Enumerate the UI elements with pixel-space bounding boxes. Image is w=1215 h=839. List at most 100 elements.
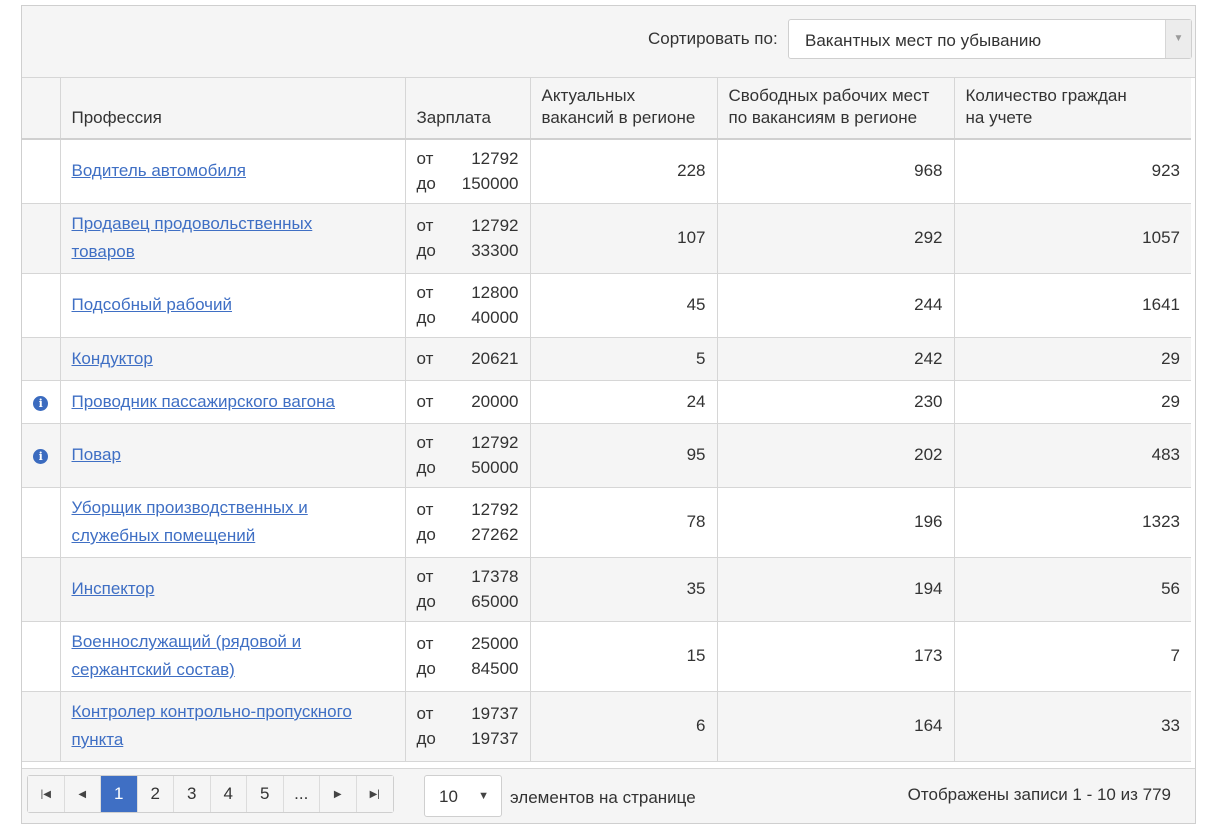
salary-cell: от 17378 до 65000 — [405, 557, 531, 622]
table-row: Водитель автомобиля от 12792 до 150000 228 968… — [22, 139, 1191, 204]
table-row: Кондуктор от 20621 5 242 29 — [22, 337, 1191, 381]
salary-from: от 25000 — [416, 634, 519, 653]
vacancies-cell: 15 — [530, 621, 718, 692]
header-vacancies[interactable]: Актуальных вакансий в регионе — [530, 78, 718, 140]
profession-link[interactable]: Контролер контрольно-пропускного пункта — [72, 702, 352, 749]
page-button-4[interactable]: 4 — [210, 776, 247, 812]
page-button-1[interactable]: 1 — [101, 776, 138, 812]
salary-to: до 27262 — [416, 525, 519, 544]
info-cell: i — [22, 380, 61, 424]
profession-link[interactable]: Повар — [72, 445, 121, 464]
chevron-down-icon[interactable]: ▼ — [1165, 20, 1191, 58]
citizens-cell: 923 — [954, 139, 1191, 204]
vacancies-cell: 78 — [530, 487, 718, 558]
header-info — [22, 78, 61, 140]
info-cell — [22, 273, 61, 338]
citizens-cell: 1641 — [954, 273, 1191, 338]
salary-from: от 12792 — [416, 500, 519, 519]
grid-toolbar: Сортировать по: Вакантных мест по убыван… — [22, 6, 1195, 78]
profession-cell: Подсобный рабочий — [60, 273, 406, 338]
header-salary[interactable]: Зарплата — [405, 78, 531, 140]
salary-cell: от 25000 до 84500 — [405, 621, 531, 692]
profession-link[interactable]: Проводник пассажирского вагона — [72, 392, 335, 411]
free-places-cell: 196 — [717, 487, 955, 558]
profession-cell: Проводник пассажирского вагона — [60, 380, 406, 424]
per-page-label: элементов на странице — [510, 788, 696, 807]
salary-cell: от 12792 до 150000 — [405, 139, 531, 204]
prev-page-icon[interactable]: ◀ — [64, 776, 101, 812]
profession-link[interactable]: Военнослужащий (рядовой и сержантский сос… — [72, 632, 302, 679]
chevron-down-icon: ▼ — [478, 790, 489, 802]
vacancies-cell: 5 — [530, 337, 718, 381]
vacancies-cell: 228 — [530, 139, 718, 204]
profession-cell: Кондуктор — [60, 337, 406, 381]
table-row: Инспектор от 17378 до 65000 35 194 56 — [22, 557, 1191, 622]
info-icon[interactable]: i — [33, 395, 49, 411]
header-citizens[interactable]: Количество граждан на учете — [954, 78, 1191, 140]
free-places-cell: 230 — [717, 380, 955, 424]
info-cell — [22, 691, 61, 762]
profession-link[interactable]: Подсобный рабочий — [72, 295, 233, 314]
free-places-cell: 242 — [717, 337, 955, 381]
profession-link[interactable]: Водитель автомобиля — [72, 161, 246, 180]
professions-grid: Сортировать по: Вакантных мест по убыван… — [21, 5, 1196, 824]
citizens-cell: 483 — [954, 423, 1191, 488]
table-row: Военнослужащий (рядовой и сержантский сос… — [22, 621, 1191, 692]
profession-cell: Инспектор — [60, 557, 406, 622]
records-info: Отображены записи 1 - 10 из 779 — [907, 785, 1171, 804]
citizens-cell: 1057 — [954, 203, 1191, 274]
salary-cell: от 12792 до 50000 — [405, 423, 531, 488]
first-page-icon[interactable]: |◀ — [28, 776, 65, 812]
salary-cell: от 12792 до 33300 — [405, 203, 531, 274]
profession-link[interactable]: Инспектор — [72, 579, 155, 598]
last-page-icon[interactable]: ▶| — [356, 776, 393, 812]
salary-to: до 19737 — [416, 729, 519, 748]
citizens-cell: 1323 — [954, 487, 1191, 558]
profession-link[interactable]: Продавец продовольственных товаров — [72, 214, 313, 261]
info-cell — [22, 139, 61, 204]
salary-cell: от 20621 — [405, 337, 531, 381]
next-page-icon[interactable]: ▶ — [320, 776, 357, 812]
profession-link[interactable]: Уборщик производственных и служебных поме… — [72, 498, 308, 545]
info-icon[interactable]: i — [33, 449, 49, 464]
header-profession[interactable]: Профессия — [60, 78, 406, 140]
page-size-select[interactable]: 10 ▼ — [424, 775, 502, 817]
page-button-3[interactable]: 3 — [174, 776, 211, 812]
free-places-cell: 173 — [717, 621, 955, 692]
citizens-cell: 33 — [954, 691, 1191, 762]
profession-cell: Продавец продовольственных товаров — [60, 203, 406, 274]
salary-to: до 33300 — [416, 241, 519, 260]
header-free-places[interactable]: Свободных рабочих мест по вакансиям в рег… — [717, 78, 955, 140]
page-button-2[interactable]: 2 — [137, 776, 174, 812]
salary-from: от 20621 — [416, 349, 519, 368]
salary-to: до 84500 — [416, 659, 519, 678]
free-places-cell: 164 — [717, 691, 955, 762]
salary-from: от 19737 — [416, 704, 519, 723]
table-row: Контролер контрольно-пропускного пункта от… — [22, 691, 1191, 762]
info-cell — [22, 337, 61, 381]
sort-label: Сортировать по: — [648, 29, 778, 48]
table-row: Продавец продовольственных товаров от 12792… — [22, 203, 1191, 274]
professions-table: Профессия Зарплата Актуальных вакансий в … — [22, 78, 1191, 762]
pager-buttons: |◀ ◀ 1 2 3 4 5 ... ▶ ▶| — [27, 775, 394, 813]
table-header-row: Профессия Зарплата Актуальных вакансий в … — [22, 78, 1191, 140]
vacancies-cell: 24 — [530, 380, 718, 424]
info-cell — [22, 203, 61, 274]
citizens-cell: 29 — [954, 337, 1191, 381]
salary-from: от 20000 — [416, 392, 519, 411]
sort-select[interactable]: Вакантных мест по убыванию ▼ — [788, 19, 1192, 59]
info-cell — [22, 621, 61, 692]
profession-cell: Повар — [60, 423, 406, 488]
citizens-cell: 56 — [954, 557, 1191, 622]
vacancies-cell: 45 — [530, 273, 718, 338]
salary-to: до 65000 — [416, 592, 519, 611]
info-cell: i — [22, 423, 61, 488]
table-row: i Проводник пассажирского вагона от 20000 24… — [22, 380, 1191, 424]
page-button-more[interactable]: ... — [283, 776, 320, 812]
profession-cell: Военнослужащий (рядовой и сержантский сос… — [60, 621, 406, 692]
salary-cell: от 12800 до 40000 — [405, 273, 531, 338]
salary-cell: от 12792 до 27262 — [405, 487, 531, 558]
free-places-cell: 194 — [717, 557, 955, 622]
profession-link[interactable]: Кондуктор — [72, 349, 153, 368]
page-button-5[interactable]: 5 — [247, 776, 284, 812]
